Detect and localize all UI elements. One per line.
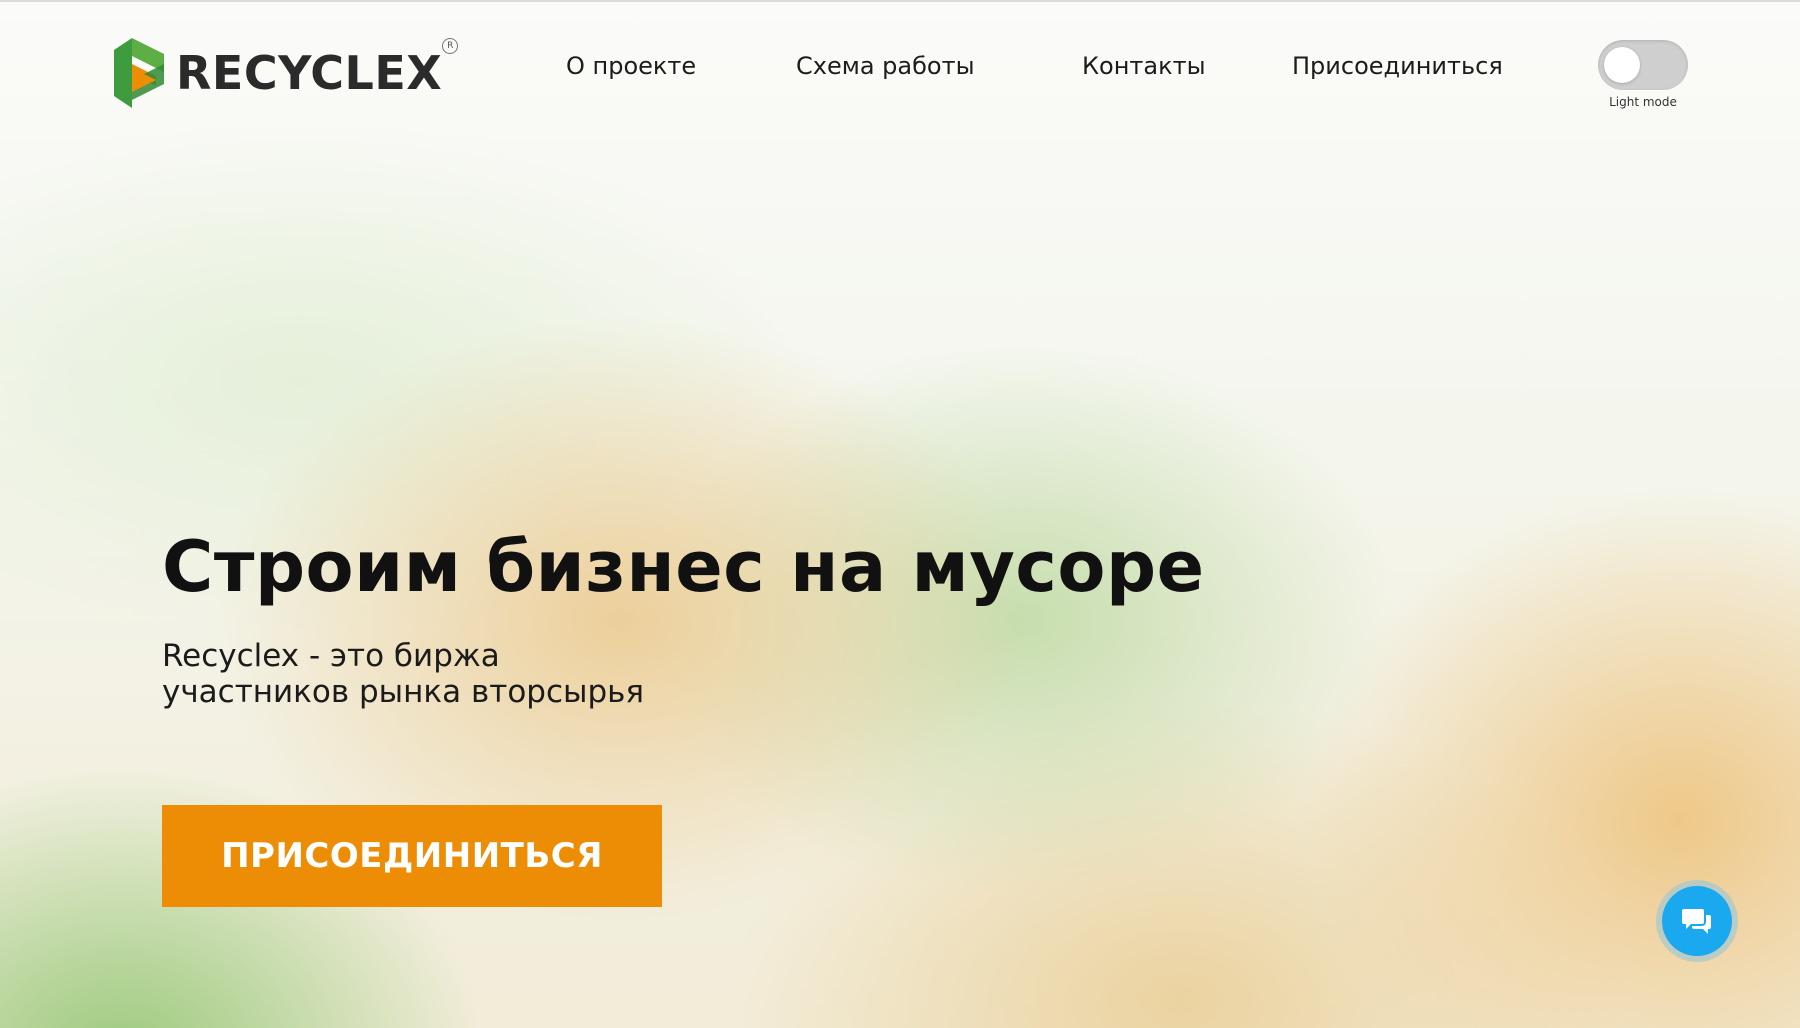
logo-wordmark: RECYCLEX <box>176 46 443 100</box>
hero-subtitle-line-2: участников рынка вторсырья <box>162 674 645 710</box>
hero-title: Строим бизнес на мусоре <box>162 526 1205 608</box>
chat-button[interactable] <box>1662 886 1732 956</box>
chat-bubbles-icon <box>1682 909 1711 934</box>
nav-join[interactable]: Присоединиться <box>1292 52 1503 80</box>
theme-toggle-label: Light mode <box>1609 95 1677 109</box>
hero-subtitle-line-1: Recyclex - это биржа <box>162 638 500 674</box>
top-border <box>0 0 1800 2</box>
recyclex-logo-icon <box>114 38 164 108</box>
logo[interactable]: RECYCLEX R <box>110 38 459 108</box>
toggle-knob <box>1604 47 1640 83</box>
nav-about[interactable]: О проекте <box>566 52 696 80</box>
join-button[interactable]: ПРИСОЕДИНИТЬСЯ <box>162 805 662 907</box>
nav-contacts[interactable]: Контакты <box>1082 52 1206 80</box>
theme-toggle[interactable] <box>1598 40 1688 90</box>
nav-workflow[interactable]: Схема работы <box>796 52 975 80</box>
hero-subtitle: Recyclex - это биржа участников рынка вт… <box>162 638 644 710</box>
